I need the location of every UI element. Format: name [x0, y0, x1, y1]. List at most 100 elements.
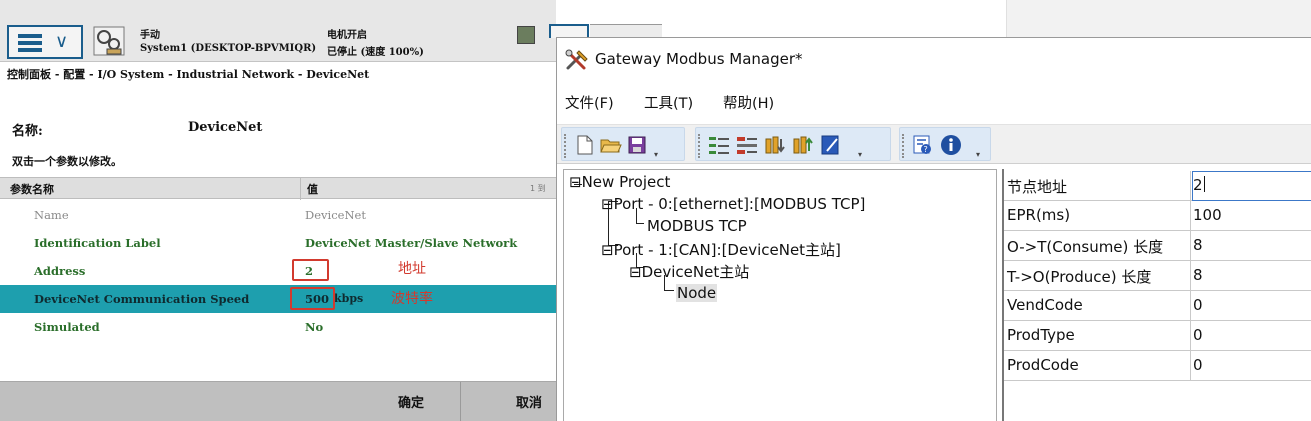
toolbar: ▾ ▾ ? ▾ — [557, 124, 1311, 164]
info-icon[interactable] — [940, 134, 962, 156]
param-value: No — [305, 320, 324, 334]
main-menu-button[interactable]: ∨ — [7, 25, 83, 59]
address-highlight-box — [292, 259, 329, 281]
prop-row-produce-length[interactable]: T->O(Produce) 长度 8 — [1004, 261, 1311, 291]
prop-row-consume-length[interactable]: O->T(Consume) 长度 8 — [1004, 231, 1311, 261]
import-icon[interactable] — [764, 134, 786, 156]
param-table-header: 参数名称 值 1 到 — [0, 177, 556, 200]
breadcrumb: 控制面板 - 配置 - I/O System - Industrial Netw… — [7, 68, 370, 81]
collapse-icon[interactable]: ⊟ — [569, 173, 582, 191]
export-icon[interactable] — [792, 134, 814, 156]
prop-row-node-address[interactable]: 节点地址 2 — [1004, 171, 1311, 201]
prop-row-prodcode[interactable]: ProdCode 0 — [1004, 351, 1311, 381]
menu-file[interactable]: 文件(F) — [565, 92, 614, 113]
state-text: 已停止 (速度 100%) — [327, 47, 424, 58]
background-window-tab — [590, 24, 662, 38]
prop-value[interactable]: 0 — [1193, 291, 1311, 321]
pendant-topbar: ∨ 手动 System1 (DESKTOP-BPVMIQR) 电机开启 已停止 … — [0, 0, 556, 62]
param-name: Name — [34, 208, 69, 222]
ok-button[interactable]: 确定 — [398, 392, 424, 411]
toolbar-overflow-icon[interactable]: ▾ — [976, 150, 980, 159]
param-row-communication-speed[interactable]: DeviceNet Communication Speed 500 kbps — [0, 285, 556, 313]
status-led-icon — [517, 26, 535, 44]
hamburger-icon — [18, 34, 42, 52]
param-row-identification-label[interactable]: Identification Label DeviceNet Master/Sl… — [0, 229, 556, 257]
tree-node-modbus-tcp[interactable]: MODBUS TCP — [647, 217, 747, 235]
prop-row-epr[interactable]: EPR(ms) 100 — [1004, 201, 1311, 231]
toolbar-group-edit: ▾ — [695, 127, 891, 161]
prop-row-vendcode[interactable]: VendCode 0 — [1004, 291, 1311, 321]
robot-status-icon[interactable] — [92, 24, 126, 58]
tree-node-port1[interactable]: ⊟Port - 1:[CAN]:[DeviceNet主站] — [601, 239, 841, 260]
save-icon[interactable] — [626, 134, 648, 156]
prop-value[interactable]: 8 — [1193, 261, 1311, 291]
prop-key: 节点地址 — [1004, 171, 1191, 201]
tree-node-port0[interactable]: ⊟Port - 0:[ethernet]:[MODBUS TCP] — [601, 195, 865, 213]
edit-icon[interactable] — [820, 134, 842, 156]
toolbar-overflow-icon[interactable]: ▾ — [858, 150, 862, 159]
svg-text:?: ? — [924, 145, 928, 154]
prop-value[interactable]: 0 — [1193, 321, 1311, 351]
toolbar-group-help: ? ▾ — [899, 127, 991, 161]
property-grid: 节点地址 2 EPR(ms) 100 O->T(Consume) 长度 8 T-… — [1002, 169, 1311, 421]
prop-key: O->T(Consume) 长度 — [1004, 231, 1191, 261]
window-title: Gateway Modbus Manager* — [595, 50, 803, 68]
collapse-icon[interactable]: ⊟ — [601, 195, 614, 213]
mode-text: 手动 — [140, 30, 160, 41]
pendant-bottom-bar: 确定 取消 — [0, 381, 556, 421]
col-param-name: 参数名称 — [10, 183, 54, 196]
baud-annotation: 波特率 — [391, 291, 433, 307]
prop-key: ProdType — [1004, 321, 1191, 351]
name-label: 名称: — [12, 124, 43, 139]
node-address-input[interactable]: 2 — [1192, 171, 1311, 201]
system-text: System1 (DESKTOP-BPVMIQR) — [140, 43, 317, 54]
collapse-icon[interactable]: ⊟ — [629, 263, 642, 281]
param-row-simulated[interactable]: Simulated No — [0, 313, 556, 341]
project-tree[interactable]: ⊟New Project ⊟Port - 0:[ethernet]:[MODBU… — [563, 169, 997, 421]
name-value: DeviceNet — [188, 120, 263, 135]
tools-icon — [565, 49, 588, 70]
menu-tools[interactable]: 工具(T) — [644, 92, 693, 113]
prop-key: EPR(ms) — [1004, 201, 1191, 231]
gateway-modbus-manager-window: Gateway Modbus Manager* 文件(F) 工具(T) 帮助(H… — [556, 37, 1311, 421]
address-annotation: 地址 — [398, 261, 426, 277]
toolbar-group-file: ▾ — [561, 127, 685, 161]
pendant-screen: ∨ 手动 System1 (DESKTOP-BPVMIQR) 电机开启 已停止 … — [0, 0, 556, 421]
config-icon[interactable]: ? — [912, 134, 934, 156]
param-name: Address — [34, 264, 86, 278]
prop-value[interactable]: 8 — [1193, 231, 1311, 261]
param-value: DeviceNet Master/Slave Network — [305, 236, 518, 250]
param-value: DeviceNet — [305, 208, 366, 222]
add-port-icon[interactable] — [708, 134, 730, 156]
param-row-address[interactable]: Address 2 — [0, 257, 556, 285]
param-name: DeviceNet Communication Speed — [34, 292, 250, 306]
collapse-icon[interactable]: ⊟ — [601, 241, 614, 259]
param-name: Simulated — [34, 320, 100, 334]
prop-key: T->O(Produce) 长度 — [1004, 261, 1191, 291]
cancel-button[interactable]: 取消 — [516, 392, 542, 411]
prop-key: ProdCode — [1004, 351, 1191, 381]
tree-node-root[interactable]: ⊟New Project — [569, 173, 670, 191]
menu-bar: 文件(F) 工具(T) 帮助(H) — [557, 88, 1311, 114]
tree-node-devicenet-master[interactable]: ⊟DeviceNet主站 — [629, 261, 749, 282]
prop-value[interactable]: 0 — [1193, 351, 1311, 381]
edit-hint: 双击一个参数以修改。 — [12, 155, 122, 168]
tree-node-node[interactable]: Node — [676, 284, 718, 302]
prop-value[interactable]: 100 — [1193, 201, 1311, 231]
param-name: Identification Label — [34, 236, 161, 250]
chevron-down-icon: ∨ — [55, 31, 69, 52]
new-file-icon[interactable] — [574, 134, 596, 156]
param-row-name[interactable]: Name DeviceNet — [0, 201, 556, 229]
motor-text: 电机开启 — [327, 30, 367, 41]
param-unit: kbps — [334, 292, 364, 305]
collapse-button[interactable] — [549, 24, 589, 38]
prop-row-prodtype[interactable]: ProdType 0 — [1004, 321, 1311, 351]
toolbar-overflow-icon[interactable]: ▾ — [654, 150, 658, 159]
prop-key: VendCode — [1004, 291, 1191, 321]
open-folder-icon[interactable] — [600, 134, 622, 156]
add-device-icon[interactable] — [736, 134, 758, 156]
window-titlebar[interactable]: Gateway Modbus Manager* — [557, 38, 1311, 82]
menu-help[interactable]: 帮助(H) — [723, 92, 774, 113]
page-indicator: 1 到 — [530, 184, 546, 193]
speed-highlight-box — [290, 287, 335, 310]
